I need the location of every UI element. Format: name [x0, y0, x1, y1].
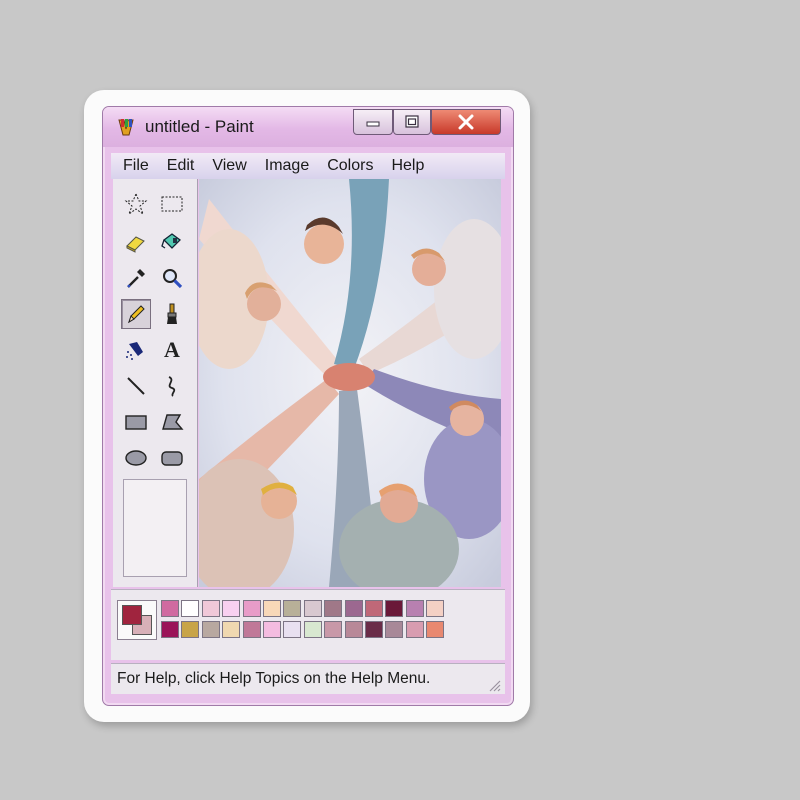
palette-swatch[interactable]	[344, 621, 363, 638]
status-text: For Help, click Help Topics on the Help …	[117, 670, 431, 687]
status-bar: For Help, click Help Topics on the Help …	[111, 663, 505, 694]
free-form-select-icon	[124, 192, 148, 216]
tool-curve[interactable]	[157, 371, 187, 401]
tool-options-panel[interactable]	[123, 479, 187, 577]
rect-select-icon	[161, 196, 183, 212]
fill-bucket-icon	[161, 233, 181, 249]
current-colors-box[interactable]	[117, 600, 157, 640]
foreground-color[interactable]	[122, 605, 142, 625]
rounded-rect-icon	[161, 451, 183, 466]
pencil-icon	[128, 305, 145, 324]
airbrush-icon	[126, 342, 143, 360]
color-picker-icon	[127, 269, 145, 288]
palette-swatch[interactable]	[365, 600, 383, 617]
tool-free-form-select[interactable]	[121, 189, 151, 219]
paint-app-icon	[118, 119, 134, 136]
palette-swatch[interactable]	[385, 621, 404, 638]
line-icon	[127, 377, 145, 395]
palette-swatch[interactable]	[222, 600, 241, 617]
toolbox: A	[113, 179, 198, 587]
palette-swatch[interactable]	[303, 621, 322, 638]
palette-swatch[interactable]	[181, 600, 200, 617]
palette-swatch[interactable]	[405, 621, 424, 638]
palette-swatch[interactable]	[426, 600, 445, 617]
palette-swatch[interactable]	[365, 621, 383, 638]
palette-swatch[interactable]	[283, 621, 302, 638]
tool-brush[interactable]	[157, 299, 187, 329]
minimize-button[interactable]	[353, 109, 393, 135]
tool-pencil[interactable]	[121, 299, 151, 329]
polygon-icon	[162, 414, 184, 430]
maximize-button[interactable]	[393, 109, 431, 135]
rectangle-icon	[125, 415, 147, 430]
menu-colors[interactable]: Colors	[315, 157, 379, 175]
minimize-icon	[366, 121, 380, 127]
magnifier-icon	[163, 269, 183, 289]
palette-swatch[interactable]	[181, 621, 200, 638]
eraser-icon	[126, 236, 145, 253]
color-palette	[111, 589, 505, 660]
close-icon	[458, 114, 474, 130]
menu-help[interactable]: Help	[379, 157, 430, 175]
palette-swatch[interactable]	[324, 600, 343, 617]
tool-rounded-rect[interactable]	[157, 443, 187, 473]
close-button[interactable]	[431, 109, 501, 135]
menu-image[interactable]: Image	[253, 157, 315, 175]
curve-icon	[168, 376, 176, 397]
palette-swatch[interactable]	[263, 621, 281, 638]
drawing-canvas[interactable]	[199, 179, 501, 587]
palette-swatch[interactable]	[222, 621, 241, 638]
menu-file[interactable]: File	[111, 157, 155, 175]
tool-airbrush[interactable]	[121, 335, 151, 365]
palette-swatch[interactable]	[263, 600, 281, 617]
tool-eraser[interactable]	[121, 227, 151, 257]
palette-swatch[interactable]	[344, 600, 363, 617]
palette-swatch[interactable]	[161, 621, 179, 638]
tool-text[interactable]: A	[157, 335, 187, 365]
maximize-icon	[405, 115, 419, 128]
tool-rect-select[interactable]	[157, 189, 187, 219]
palette-swatch[interactable]	[201, 621, 220, 638]
palette-swatch[interactable]	[324, 621, 343, 638]
paint-window: untitled - Paint File Edit View Image Co…	[102, 106, 514, 706]
menu-view[interactable]: View	[200, 157, 252, 175]
menu-bar: File Edit View Image Colors Help	[111, 153, 505, 179]
palette-swatch[interactable]	[242, 621, 261, 638]
window-title: untitled - Paint	[145, 117, 254, 136]
tool-magnifier[interactable]	[157, 263, 187, 293]
canvas-artwork	[199, 179, 501, 587]
tool-fill-bucket[interactable]	[157, 227, 187, 257]
palette-swatch[interactable]	[283, 600, 302, 617]
ellipse-icon	[125, 450, 147, 466]
title-bar[interactable]: untitled - Paint	[103, 107, 513, 147]
palette-swatch[interactable]	[161, 600, 179, 617]
palette-swatch[interactable]	[385, 600, 404, 617]
palette-swatch[interactable]	[426, 621, 445, 638]
tool-color-picker[interactable]	[121, 263, 151, 293]
tool-rectangle[interactable]	[121, 407, 151, 437]
tool-polygon[interactable]	[157, 407, 187, 437]
tool-ellipse[interactable]	[121, 443, 151, 473]
brush-icon	[167, 303, 177, 324]
palette-swatch[interactable]	[303, 600, 322, 617]
palette-swatch[interactable]	[405, 600, 424, 617]
resize-grip-icon[interactable]	[487, 678, 501, 692]
palette-swatch[interactable]	[242, 600, 261, 617]
menu-edit[interactable]: Edit	[155, 157, 201, 175]
tool-line[interactable]	[121, 371, 151, 401]
palette-swatch[interactable]	[201, 600, 220, 617]
text-icon: A	[164, 337, 180, 362]
